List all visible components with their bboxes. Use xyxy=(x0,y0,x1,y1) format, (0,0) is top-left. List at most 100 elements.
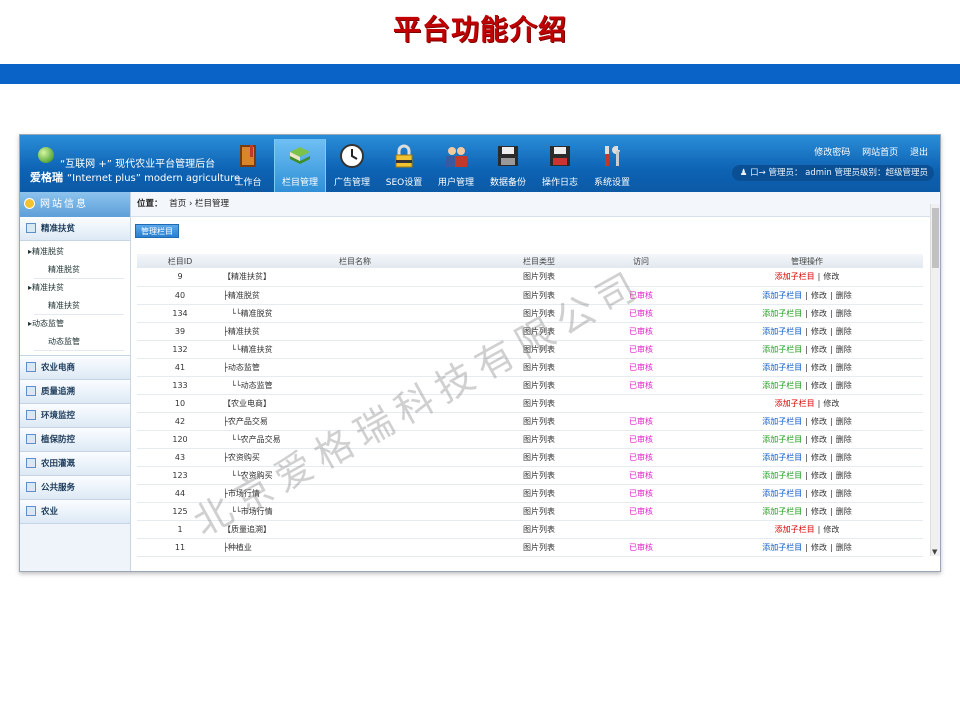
sidebar-subitem[interactable]: 动态监管 xyxy=(34,333,124,351)
sidebar-group[interactable]: 植保防控 xyxy=(20,428,130,452)
cell-name: ├农产品交易 xyxy=(223,412,487,431)
cell-id: 9 xyxy=(137,268,223,287)
nav-user-manage[interactable]: 用户管理 xyxy=(430,139,482,192)
breadcrumb-home[interactable]: 首页 xyxy=(169,199,186,209)
delete-link[interactable]: 删除 xyxy=(836,507,852,516)
edit-link[interactable]: 修改 xyxy=(823,399,839,408)
sidebar-subitem[interactable]: 精准扶贫 xyxy=(34,297,124,315)
cell-access: 已审核 xyxy=(591,340,691,359)
logo-subtitle: 爱格瑞 “Internet plus” modern agriculture xyxy=(30,169,240,185)
cell-name: ├动态监管 xyxy=(223,358,487,377)
add-child-column-link[interactable]: 添加子栏目 xyxy=(762,363,802,372)
edit-link[interactable]: 修改 xyxy=(811,471,827,480)
delete-link[interactable]: 删除 xyxy=(836,363,852,372)
add-child-column-link[interactable]: 添加子栏目 xyxy=(762,291,802,300)
delete-link[interactable]: 删除 xyxy=(836,489,852,498)
edit-link[interactable]: 修改 xyxy=(823,272,839,281)
cell-access xyxy=(591,394,691,413)
edit-link[interactable]: 修改 xyxy=(811,309,827,318)
sidebar-group[interactable]: 质量追溯 xyxy=(20,380,130,404)
add-child-column-link[interactable]: 添加子栏目 xyxy=(762,327,802,336)
change-password-link[interactable]: 修改密码 xyxy=(814,148,850,158)
cell-operations: 添加子栏目 | 修改 | 删除 xyxy=(691,286,923,305)
delete-link[interactable]: 删除 xyxy=(836,417,852,426)
folder-icon xyxy=(26,410,36,420)
sidebar-group[interactable]: 农业电商 xyxy=(20,356,130,380)
edit-link[interactable]: 修改 xyxy=(811,345,827,354)
add-child-column-link[interactable]: 添加子栏目 xyxy=(762,381,802,390)
cell-access: 已审核 xyxy=(591,484,691,503)
sidebar-subcategory[interactable]: 精准脱贫 xyxy=(20,243,130,261)
add-child-column-link[interactable]: 添加子栏目 xyxy=(762,471,802,480)
add-child-column-link[interactable]: 添加子栏目 xyxy=(762,543,802,552)
vertical-scrollbar[interactable]: ▼ xyxy=(930,204,940,556)
delete-link[interactable]: 删除 xyxy=(836,435,852,444)
sidebar-group[interactable]: 农田灌溉 xyxy=(20,452,130,476)
delete-link[interactable]: 删除 xyxy=(836,543,852,552)
edit-link[interactable]: 修改 xyxy=(811,417,827,426)
manage-columns-button[interactable]: 管理栏目 xyxy=(135,224,179,238)
cell-id: 11 xyxy=(137,538,223,557)
edit-link[interactable]: 修改 xyxy=(811,507,827,516)
delete-link[interactable]: 删除 xyxy=(836,345,852,354)
scroll-down-arrow-icon[interactable]: ▼ xyxy=(932,548,937,556)
site-home-link[interactable]: 网站首页 xyxy=(862,148,898,158)
delete-link[interactable]: 删除 xyxy=(836,309,852,318)
scrollbar-thumb[interactable] xyxy=(932,208,939,268)
add-child-column-link[interactable]: 添加子栏目 xyxy=(762,417,802,426)
delete-link[interactable]: 删除 xyxy=(836,291,852,300)
nav-label: 操作日志 xyxy=(541,178,578,188)
table-row: 123 └└农资购买 图片列表 已审核 添加子栏目 | 修改 | 删除 xyxy=(137,466,923,485)
add-child-column-link[interactable]: 添加子栏目 xyxy=(762,507,802,516)
nav-column-manage[interactable]: 栏目管理 xyxy=(274,139,326,192)
nav-data-backup[interactable]: 数据备份 xyxy=(482,139,534,192)
delete-link[interactable]: 删除 xyxy=(836,471,852,480)
edit-link[interactable]: 修改 xyxy=(811,543,827,552)
add-child-column-link[interactable]: 添加子栏目 xyxy=(775,272,815,281)
nav-seo-settings[interactable]: SEO设置 xyxy=(378,139,430,192)
edit-link[interactable]: 修改 xyxy=(811,453,827,462)
cell-operations: 添加子栏目 | 修改 | 删除 xyxy=(691,376,923,395)
add-child-column-link[interactable]: 添加子栏目 xyxy=(762,435,802,444)
cell-access: 已审核 xyxy=(591,448,691,467)
sidebar-group[interactable]: 农业 xyxy=(20,500,130,524)
sidebar-group[interactable]: 公共服务 xyxy=(20,476,130,500)
logo-english: “Internet plus” modern agriculture xyxy=(67,173,241,184)
delete-link[interactable]: 删除 xyxy=(836,327,852,336)
edit-link[interactable]: 修改 xyxy=(811,381,827,390)
op-separator: | xyxy=(830,308,833,318)
cell-access xyxy=(591,268,691,287)
sidebar-subitem[interactable]: 精准脱贫 xyxy=(34,261,124,279)
sidebar-subcategory[interactable]: 精准扶贫 xyxy=(20,279,130,297)
add-child-column-link[interactable]: 添加子栏目 xyxy=(762,489,802,498)
nav-operation-log[interactable]: 操作日志 xyxy=(534,139,586,192)
add-child-column-link[interactable]: 添加子栏目 xyxy=(762,453,802,462)
logout-link[interactable]: 退出 xyxy=(910,148,928,158)
edit-link[interactable]: 修改 xyxy=(811,489,827,498)
table-row: 42 ├农产品交易 图片列表 已审核 添加子栏目 | 修改 | 删除 xyxy=(137,412,923,431)
nav-system-settings[interactable]: 系统设置 xyxy=(586,139,638,192)
edit-link[interactable]: 修改 xyxy=(811,291,827,300)
sidebar-group-poverty[interactable]: 精准扶贫 xyxy=(20,217,130,241)
op-separator: | xyxy=(830,488,833,498)
edit-link[interactable]: 修改 xyxy=(811,435,827,444)
table-row: 1 【质量追溯】 图片列表 添加子栏目 | 修改 xyxy=(137,520,923,539)
cell-id: 132 xyxy=(137,340,223,359)
sidebar-group[interactable]: 环境监控 xyxy=(20,404,130,428)
add-child-column-link[interactable]: 添加子栏目 xyxy=(775,525,815,534)
delete-link[interactable]: 删除 xyxy=(836,453,852,462)
add-child-column-link[interactable]: 添加子栏目 xyxy=(775,399,815,408)
add-child-column-link[interactable]: 添加子栏目 xyxy=(762,345,802,354)
nav-ad-manage[interactable]: 广告管理 xyxy=(326,139,378,192)
op-separator: | xyxy=(817,398,821,408)
sidebar-title: 网站信息 xyxy=(20,192,130,217)
edit-link[interactable]: 修改 xyxy=(811,327,827,336)
edit-link[interactable]: 修改 xyxy=(823,525,839,534)
sidebar-subcategory[interactable]: 动态监管 xyxy=(20,315,130,333)
edit-link[interactable]: 修改 xyxy=(811,363,827,372)
delete-link[interactable]: 删除 xyxy=(836,381,852,390)
admin-window: “互联网 +” 现代农业平台管理后台 爱格瑞 “Internet plus” mo… xyxy=(19,134,941,572)
cell-name: 【质量追溯】 xyxy=(223,520,487,539)
nav-workbench[interactable]: 工作台 xyxy=(222,139,274,192)
add-child-column-link[interactable]: 添加子栏目 xyxy=(762,309,802,318)
